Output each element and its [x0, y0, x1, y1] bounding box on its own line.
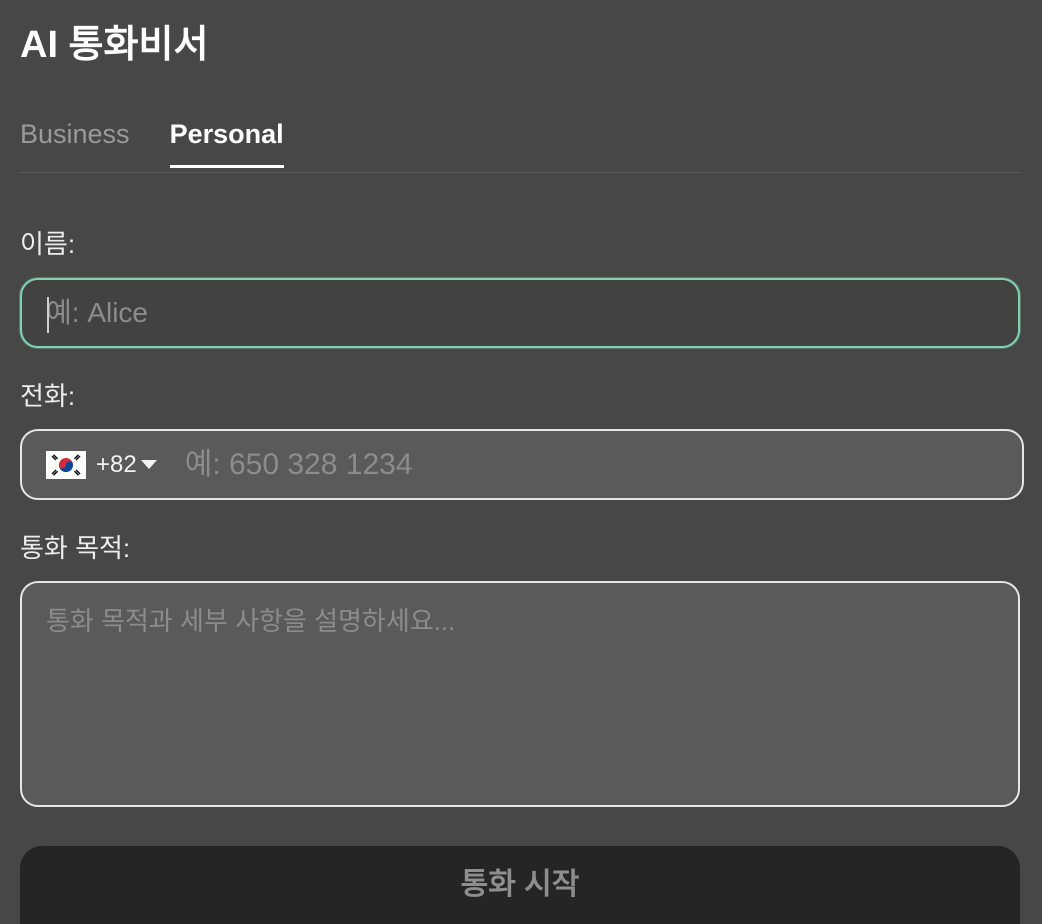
- tab-bar: Business Personal: [20, 110, 1020, 173]
- start-call-button[interactable]: 통화 시작: [20, 846, 1020, 924]
- tab-business[interactable]: Business: [20, 110, 130, 168]
- purpose-textarea[interactable]: [22, 583, 1018, 805]
- text-cursor: [47, 297, 49, 333]
- country-code-select[interactable]: +82: [22, 431, 157, 498]
- name-input[interactable]: [22, 280, 1018, 346]
- name-field-container: [20, 278, 1020, 348]
- page-title: AI 통화비서: [20, 24, 209, 66]
- phone-input[interactable]: [156, 431, 1022, 498]
- chevron-down-icon: [140, 460, 157, 469]
- phone-field-container: +82: [20, 429, 1024, 500]
- tab-personal[interactable]: Personal: [169, 110, 284, 168]
- purpose-field-container: [20, 581, 1020, 807]
- phone-field-label: 전화:: [20, 381, 76, 411]
- country-code: +82: [96, 450, 137, 478]
- call-assistant-page: AI 통화비서 Business Personal 이름: 전화:: [0, 0, 1042, 924]
- purpose-field-label: 통화 목적:: [20, 533, 131, 563]
- name-field-label: 이름:: [20, 229, 76, 259]
- south-korea-flag-icon: [46, 450, 86, 479]
